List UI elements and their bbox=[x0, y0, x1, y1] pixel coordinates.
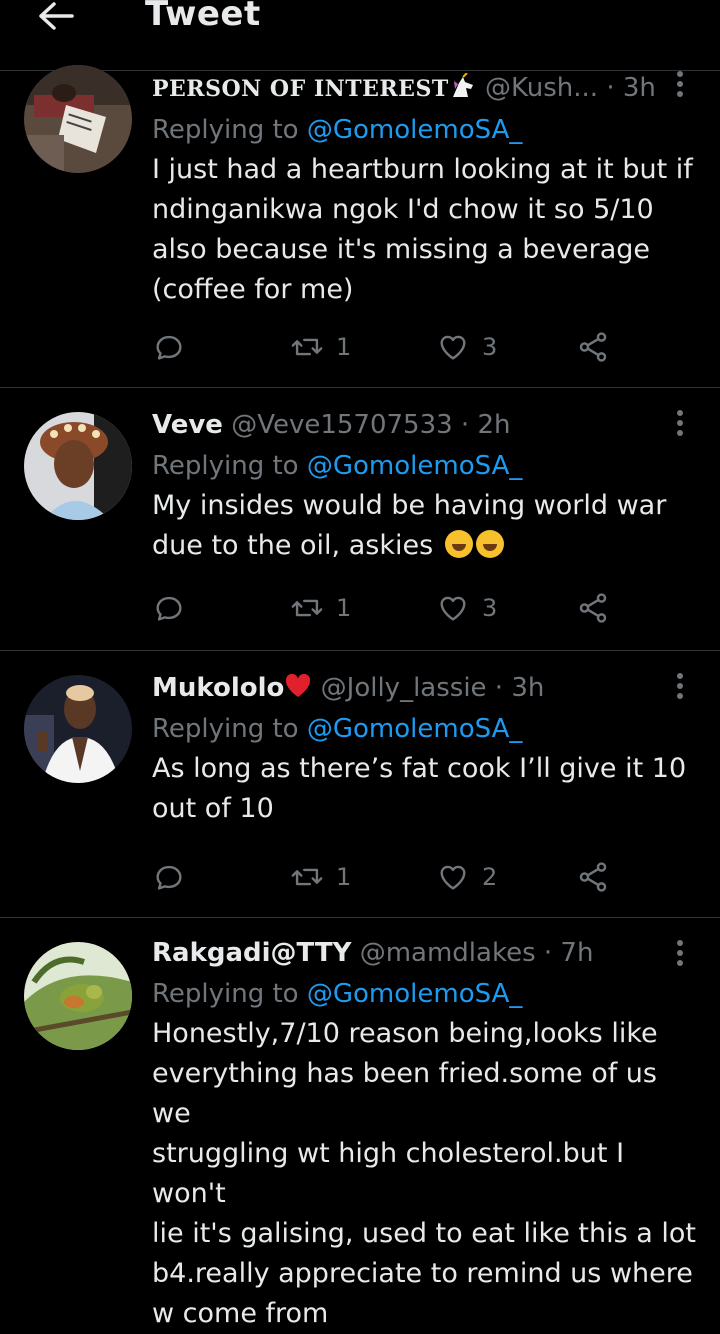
avatar[interactable] bbox=[24, 942, 132, 1050]
handle[interactable]: @mamdlakes bbox=[360, 938, 536, 968]
page-title: Tweet bbox=[145, 0, 261, 34]
reply-button[interactable] bbox=[152, 327, 186, 367]
reply-tweet[interactable]: PERSON OF INTEREST @Kush... · 3h Replyin… bbox=[0, 65, 720, 388]
avatar[interactable] bbox=[24, 675, 132, 783]
reply-button[interactable] bbox=[152, 857, 186, 897]
reply-button[interactable] bbox=[152, 588, 186, 628]
top-bar: Tweet bbox=[0, 0, 720, 71]
replying-to: Replying to @GomolemoSA_ bbox=[152, 115, 523, 145]
back-button[interactable] bbox=[36, 0, 76, 34]
heart-icon bbox=[440, 865, 466, 890]
tweet-text: As long as there’s fat cook I’ll give it… bbox=[152, 753, 687, 824]
share-icon bbox=[579, 593, 607, 623]
share-button[interactable] bbox=[576, 327, 610, 367]
retweet-icon bbox=[291, 868, 323, 886]
display-name[interactable]: PERSON OF INTEREST bbox=[152, 76, 449, 102]
avatar[interactable] bbox=[24, 65, 132, 173]
reply-tweet[interactable]: Rakgadi@TTY @mamdlakes · 7h Replying to … bbox=[0, 918, 720, 1329]
reply-tweet[interactable]: Mukololo @Jolly_lassie · 3h Replying to … bbox=[0, 651, 720, 918]
retweet-count: 1 bbox=[336, 333, 352, 361]
more-options-button[interactable] bbox=[672, 71, 688, 101]
display-name[interactable]: Mukololo bbox=[152, 673, 284, 703]
timestamp[interactable]: 7h bbox=[560, 938, 593, 968]
tweet-actions: 1 3 bbox=[152, 327, 622, 367]
reply-icon bbox=[156, 335, 182, 360]
handle[interactable]: @Jolly_lassie bbox=[321, 673, 487, 703]
like-button[interactable]: 3 bbox=[436, 327, 497, 367]
rolling-laughing-emoji-icon bbox=[475, 530, 504, 558]
retweet-count: 1 bbox=[336, 863, 352, 891]
tweet-header: PERSON OF INTEREST @Kush... · 3h bbox=[152, 73, 656, 103]
more-options-button[interactable] bbox=[672, 940, 688, 970]
like-button[interactable]: 3 bbox=[436, 588, 497, 628]
like-button[interactable]: 2 bbox=[436, 857, 497, 897]
display-name[interactable]: Rakgadi@TTY bbox=[152, 938, 351, 968]
handle[interactable]: @Veve15707533 bbox=[231, 410, 452, 440]
replying-to: Replying to @GomolemoSA_ bbox=[152, 714, 523, 744]
retweet-icon bbox=[291, 338, 323, 356]
like-count: 3 bbox=[482, 594, 498, 622]
tweet-text: Honestly,7/10 reason being,looks like ev… bbox=[152, 1018, 697, 1329]
mention-link[interactable]: @GomolemoSA_ bbox=[307, 451, 523, 481]
retweet-icon bbox=[291, 599, 323, 617]
rolling-laughing-emoji-icon bbox=[444, 530, 473, 558]
more-options-button[interactable] bbox=[672, 673, 688, 703]
retweet-count: 1 bbox=[336, 594, 352, 622]
avatar[interactable] bbox=[24, 412, 132, 520]
replying-to: Replying to @GomolemoSA_ bbox=[152, 451, 523, 481]
reply-icon bbox=[156, 596, 182, 621]
timestamp[interactable]: 3h bbox=[511, 673, 544, 703]
mention-link[interactable]: @GomolemoSA_ bbox=[307, 979, 523, 1009]
replying-to: Replying to @GomolemoSA_ bbox=[152, 979, 523, 1009]
tweet-actions: 1 2 bbox=[152, 857, 622, 897]
arrow-left-icon bbox=[39, 2, 74, 30]
retweet-button[interactable]: 1 bbox=[290, 588, 351, 628]
timestamp[interactable]: 3h bbox=[623, 73, 656, 103]
retweet-button[interactable]: 1 bbox=[290, 857, 351, 897]
heart-icon bbox=[440, 596, 466, 621]
reply-tweet[interactable]: Veve @Veve15707533 · 2h Replying to @Gom… bbox=[0, 388, 720, 651]
tweet-actions: 1 3 bbox=[152, 588, 622, 628]
tweet-header: Rakgadi@TTY @mamdlakes · 7h bbox=[152, 938, 594, 968]
red-heart-icon bbox=[286, 673, 311, 697]
unicorn-icon bbox=[452, 73, 473, 97]
tweet-header: Veve @Veve15707533 · 2h bbox=[152, 410, 511, 440]
retweet-button[interactable]: 1 bbox=[290, 327, 351, 367]
share-icon bbox=[579, 862, 607, 892]
like-count: 2 bbox=[482, 863, 498, 891]
reply-icon bbox=[156, 865, 182, 890]
mention-link[interactable]: @GomolemoSA_ bbox=[307, 115, 523, 145]
mention-link[interactable]: @GomolemoSA_ bbox=[307, 714, 523, 744]
share-icon bbox=[579, 332, 607, 362]
tweet-header: Mukololo @Jolly_lassie · 3h bbox=[152, 673, 545, 703]
timestamp[interactable]: 2h bbox=[477, 410, 510, 440]
more-options-button[interactable] bbox=[672, 410, 688, 440]
handle[interactable]: @Kush... bbox=[485, 73, 598, 103]
share-button[interactable] bbox=[576, 588, 610, 628]
tweet-text: My insides would be having world war due… bbox=[152, 490, 667, 561]
heart-icon bbox=[440, 335, 466, 360]
tweet-text: I just had a heartburn looking at it but… bbox=[152, 154, 693, 305]
like-count: 3 bbox=[482, 333, 498, 361]
display-name[interactable]: Veve bbox=[152, 410, 223, 440]
share-button[interactable] bbox=[576, 857, 610, 897]
